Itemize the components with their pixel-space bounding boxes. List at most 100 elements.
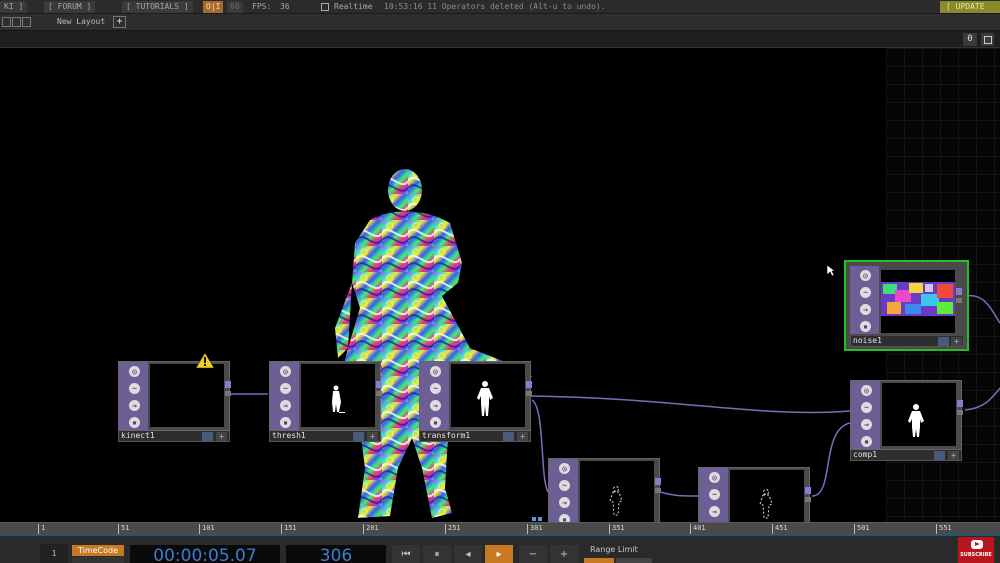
add-flag-icon[interactable]: + — [948, 451, 959, 460]
timecode-display[interactable]: 00:00:05.07 — [130, 545, 280, 563]
arrow-icon[interactable]: → — [559, 497, 570, 508]
play-button[interactable]: ▸ — [485, 545, 513, 563]
operator-name[interactable]: comp1 — [850, 450, 962, 461]
target-icon[interactable]: ◎ — [709, 472, 720, 483]
fps-target[interactable]: 60 — [227, 1, 243, 13]
zero-button[interactable]: 0 — [963, 33, 977, 46]
viewer-flag-icon[interactable] — [202, 432, 213, 441]
wave-icon[interactable]: ~ — [280, 383, 291, 394]
arrow-icon[interactable]: → — [280, 400, 291, 411]
lock-icon[interactable]: ▪ — [280, 417, 291, 428]
output-connector[interactable] — [225, 391, 231, 396]
fps-value: 36 — [280, 2, 290, 11]
lock-icon[interactable]: ▪ — [559, 514, 570, 522]
mouse-cursor-icon — [826, 264, 836, 277]
silhouette-thumbnail — [908, 404, 924, 437]
output-connector[interactable] — [956, 288, 962, 295]
layout-grid-icon[interactable] — [2, 17, 11, 27]
timeline-tick: 501 — [854, 524, 870, 534]
timecode-toggle[interactable]: TimeCode — [72, 545, 124, 556]
arrow-icon[interactable]: → — [860, 304, 871, 315]
operator-name[interactable]: transform1 — [419, 431, 531, 442]
transport-bar: 1 TimeCode 00:00:05.07 306 ⏮ ⏸ ◂ ▸ − + R… — [0, 534, 1000, 563]
output-connector[interactable] — [957, 400, 963, 407]
operator-preview — [150, 364, 224, 427]
target-icon[interactable]: ◎ — [559, 463, 570, 474]
output-connector[interactable] — [655, 478, 661, 485]
pause-button[interactable]: ⏸ — [423, 545, 451, 563]
lock-icon[interactable]: ▪ — [430, 417, 441, 428]
target-icon[interactable]: ◎ — [861, 385, 872, 396]
target-icon[interactable]: ◎ — [129, 366, 140, 377]
output-connector[interactable] — [225, 381, 231, 388]
viewer-flag-icon[interactable] — [353, 432, 364, 441]
target-icon[interactable]: ◎ — [280, 366, 291, 377]
youtube-subscribe-button[interactable]: SUBSCRIBE — [958, 537, 994, 563]
output-connector[interactable] — [957, 410, 963, 415]
wave-icon[interactable]: ~ — [430, 383, 441, 394]
update-button[interactable]: [ UPDATE — [940, 1, 1000, 13]
output-connector[interactable] — [526, 381, 532, 388]
timeline-tick: 451 — [772, 524, 788, 534]
playhead-marker[interactable] — [538, 517, 542, 521]
lock-icon[interactable]: ▪ — [861, 436, 872, 447]
wave-icon[interactable]: ~ — [559, 480, 570, 491]
add-flag-icon[interactable]: + — [517, 432, 528, 441]
to-start-button[interactable]: ⏮ — [392, 545, 420, 563]
add-layout-button[interactable]: + — [113, 16, 126, 28]
arrow-icon[interactable]: → — [129, 400, 140, 411]
operator-name[interactable]: thresh1 — [269, 431, 381, 442]
timeline-ruler[interactable]: 1 51 101 151 201 251 301 351 401 451 501… — [0, 517, 1000, 534]
oi-toggle[interactable]: O|I — [203, 1, 224, 13]
viewer-flag-icon[interactable] — [938, 337, 949, 346]
timeline-tick: 351 — [609, 524, 625, 534]
forum-link[interactable]: [ FORUM ] — [44, 1, 96, 13]
timeline-start-field[interactable]: 1 — [40, 544, 68, 563]
timecode-subfield[interactable] — [72, 557, 124, 563]
output-connector[interactable] — [655, 488, 661, 493]
layout-tab[interactable]: New Layout — [57, 17, 105, 26]
output-connector[interactable] — [376, 381, 382, 388]
add-flag-icon[interactable]: + — [367, 432, 378, 441]
wave-icon[interactable]: ~ — [129, 383, 140, 394]
frame-display[interactable]: 306 — [286, 545, 386, 563]
output-connector[interactable] — [376, 391, 382, 396]
lock-icon[interactable]: ▪ — [129, 417, 140, 428]
target-icon[interactable]: ◎ — [430, 366, 441, 377]
layout-grid-icon[interactable] — [22, 17, 31, 27]
arrow-icon[interactable]: → — [709, 506, 720, 517]
wiki-link[interactable]: KI ] — [0, 1, 28, 13]
output-connector[interactable] — [526, 391, 532, 396]
decrement-button[interactable]: − — [519, 545, 547, 563]
range-limit-loop-toggle[interactable] — [584, 558, 614, 563]
wave-icon[interactable]: ~ — [860, 287, 871, 298]
wave-icon[interactable]: ~ — [861, 402, 872, 413]
layout-grid-icon[interactable] — [12, 17, 21, 27]
output-connector[interactable] — [805, 497, 811, 502]
timeline-tick: 251 — [445, 524, 461, 534]
operator-name[interactable]: kinect1 — [118, 431, 230, 442]
add-flag-icon[interactable]: + — [216, 432, 227, 441]
lock-icon[interactable]: ▪ — [860, 321, 871, 332]
step-back-button[interactable]: ◂ — [454, 545, 482, 563]
add-flag-icon[interactable]: + — [951, 337, 962, 346]
wave-icon[interactable]: ~ — [709, 489, 720, 500]
viewer-flag-icon[interactable] — [934, 451, 945, 460]
realtime-checkbox[interactable] — [321, 3, 329, 11]
pane-toggle-icon[interactable] — [981, 33, 994, 46]
target-icon[interactable]: ◎ — [860, 270, 871, 281]
increment-button[interactable]: + — [550, 545, 578, 563]
viewer-flag-icon[interactable] — [503, 432, 514, 441]
arrow-icon[interactable]: → — [861, 419, 872, 430]
operator-preview — [451, 364, 525, 427]
network-editor[interactable]: ◎ ~ → ▪ kinect1 + ◎ ~ → ▪ thresh1 + ◎ ~ … — [0, 48, 1000, 522]
output-connector[interactable] — [956, 298, 962, 303]
arrow-icon[interactable]: → — [430, 400, 441, 411]
output-connector[interactable] — [805, 487, 811, 494]
range-limit-once-toggle[interactable] — [616, 558, 652, 563]
playhead-marker[interactable] — [532, 517, 536, 521]
operator-preview — [730, 470, 804, 522]
tutorials-link[interactable]: [ TUTORIALS ] — [122, 1, 193, 13]
subscribe-label: SUBSCRIBE — [960, 552, 992, 558]
warning-icon[interactable] — [195, 352, 215, 369]
